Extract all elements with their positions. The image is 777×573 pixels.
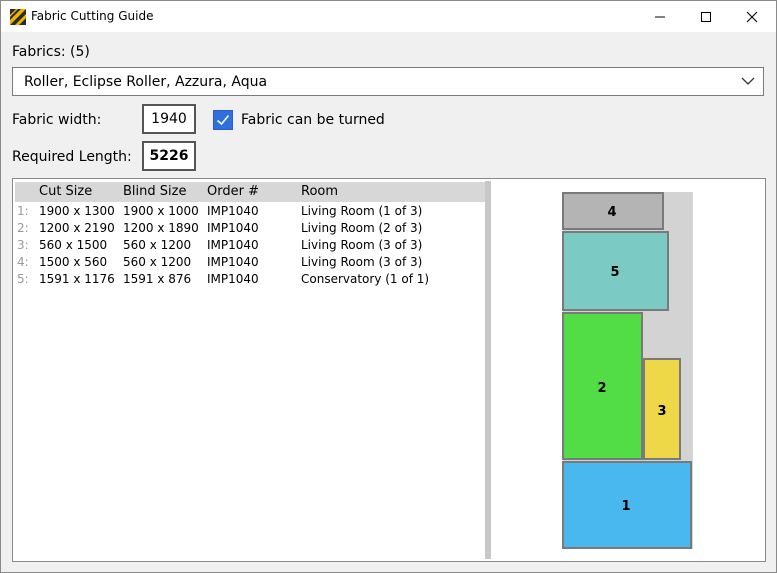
required-length-field: 5226 xyxy=(142,141,196,171)
title-bar[interactable]: Fabric Cutting Guide xyxy=(1,1,776,32)
close-icon xyxy=(746,11,758,22)
close-button[interactable] xyxy=(729,1,775,32)
checkmark-icon xyxy=(216,114,230,126)
minimize-icon xyxy=(655,16,665,17)
fabric-cutting-guide-window: Fabric Cutting Guide Fabrics: (5) Roller… xyxy=(0,0,777,573)
window-title: Fabric Cutting Guide xyxy=(31,9,154,23)
fabric-width-field[interactable]: 1940 xyxy=(142,104,196,134)
minimize-button[interactable] xyxy=(637,1,683,32)
cut-piece-1-label: 1 xyxy=(621,499,630,514)
cut-piece-2-label: 2 xyxy=(597,381,606,396)
cut-piece-4-label: 4 xyxy=(607,205,616,220)
fabric-width-label: Fabric width: xyxy=(12,112,102,128)
fabric-select[interactable]: Roller, Eclipse Roller, Azzura, Aqua xyxy=(12,67,764,96)
fabrics-label: Fabrics: (5) xyxy=(12,44,90,60)
fabric-select-value: Roller, Eclipse Roller, Azzura, Aqua xyxy=(24,74,268,90)
cut-piece-3-label: 3 xyxy=(657,404,666,419)
app-icon xyxy=(10,9,26,25)
cut-piece-5-label: 5 xyxy=(610,265,619,280)
cutting-layout-diagram: 4 5 2 3 1 xyxy=(562,192,693,549)
cutting-panel: Cut Size Blind Size Order # Room 1: 1900… xyxy=(12,178,766,562)
fabric-turned-checkbox[interactable] xyxy=(213,110,233,130)
maximize-icon xyxy=(701,11,711,22)
required-length-label: Required Length: xyxy=(12,149,132,165)
maximize-button[interactable] xyxy=(683,1,729,32)
fabric-turned-label[interactable]: Fabric can be turned xyxy=(241,112,385,128)
chevron-down-icon xyxy=(741,77,755,85)
